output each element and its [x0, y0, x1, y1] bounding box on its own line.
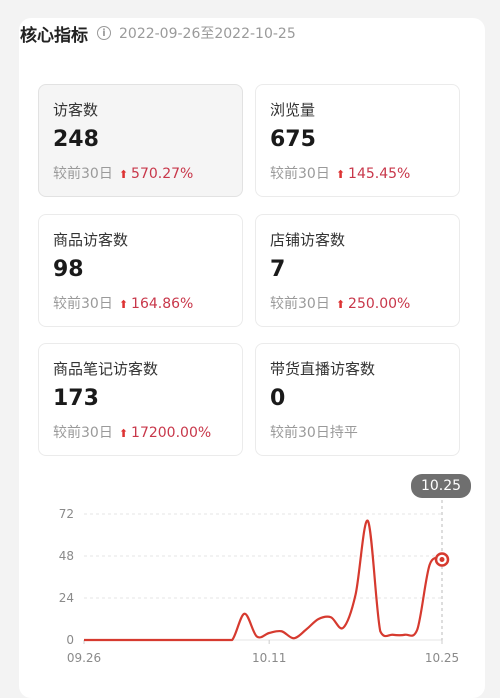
trend-chart[interactable]: 0 24 48 72 09.26 10.11 10.25: [0, 0, 500, 666]
series-line: [83, 519, 443, 642]
chart-tooltip: 10.25: [411, 474, 471, 498]
y-tick-label: 48: [59, 549, 74, 563]
x-tick-label: 09.26: [67, 651, 101, 665]
y-tick-label: 72: [59, 507, 74, 521]
y-tick-label: 0: [66, 633, 74, 647]
x-tick-label: 10.25: [425, 651, 459, 665]
y-tick-label: 24: [59, 591, 74, 605]
x-tick-label: 10.11: [252, 651, 286, 665]
highlight-point-center: [439, 557, 445, 562]
